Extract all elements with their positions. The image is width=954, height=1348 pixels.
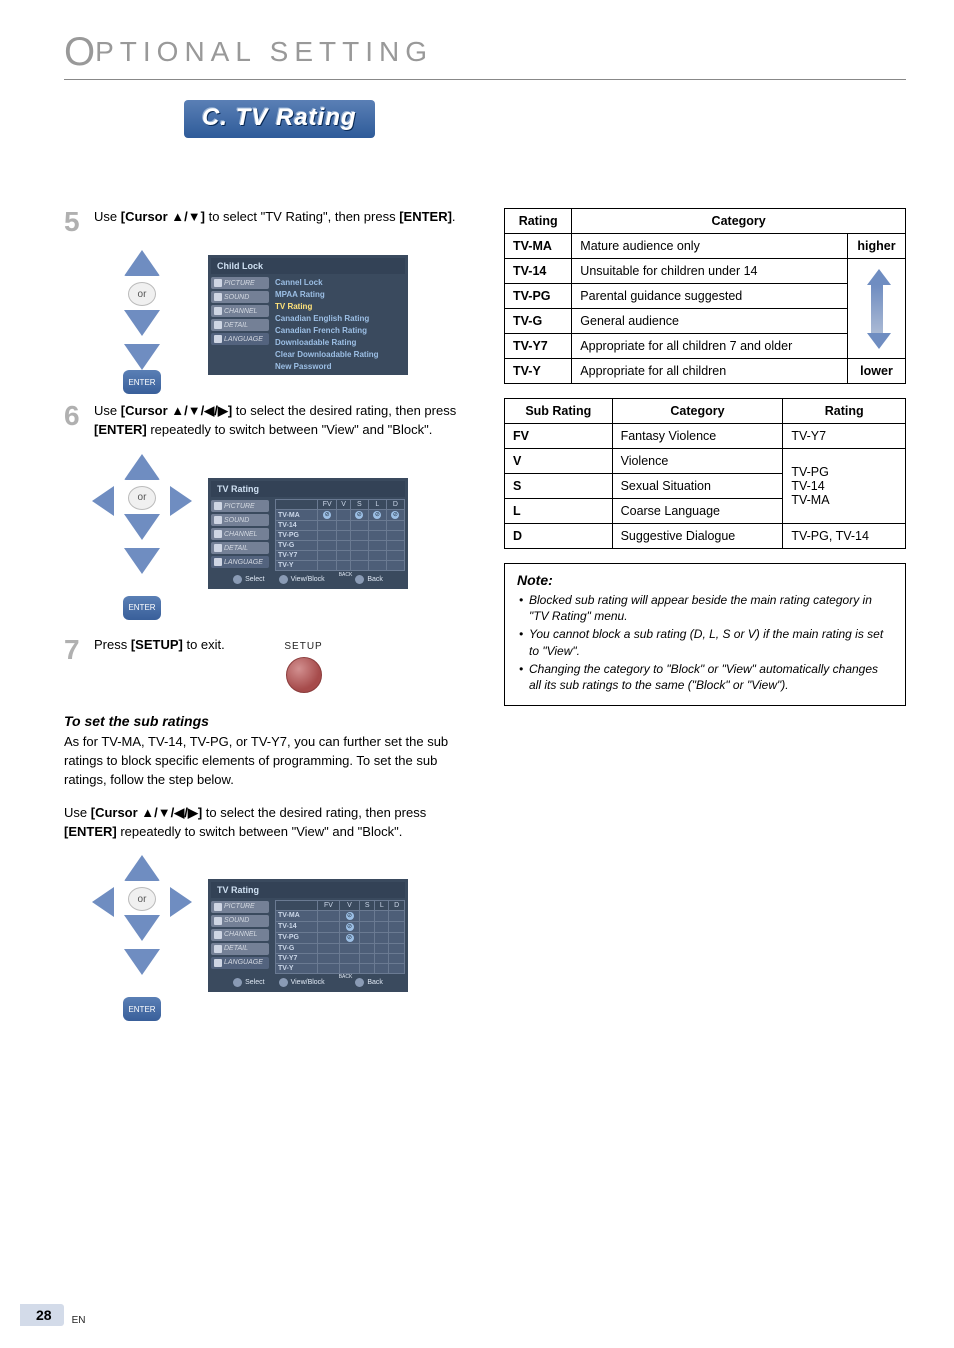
osd-tab: CHANNEL xyxy=(211,929,269,941)
step5-number: 5 xyxy=(64,208,84,236)
osd-tab: LANGUAGE xyxy=(211,957,269,969)
osd-tab: PICTURE xyxy=(211,901,269,913)
arrow-up-icon xyxy=(124,855,160,881)
lower-label: lower xyxy=(848,359,906,384)
note-item: Blocked sub rating will appear beside th… xyxy=(517,592,893,624)
osd-rating-grid: FVVSLD TV-MA⊘⊘⊘⊘ TV-14 TV-PG TV-G TV-Y7 … xyxy=(269,499,405,571)
osd-header: TV Rating xyxy=(211,882,405,898)
arrow-down-icon xyxy=(124,548,160,574)
step7-number: 7 xyxy=(64,636,84,694)
dpad-illustration: or ENTER xyxy=(94,855,190,1015)
osd-footer: Select View/Block BACKBack xyxy=(211,571,405,586)
arrow-right-icon xyxy=(170,486,192,516)
subrating-table: Sub Rating Category Rating FV Fantasy Vi… xyxy=(504,398,906,549)
rating-arrow-cell xyxy=(848,259,906,359)
rating-th-cat: Category xyxy=(572,209,906,234)
osd-rating-grid: FVVSLD TV-MA⊘ TV-14⊘ TV-PG⊘ TV-G TV-Y7 T… xyxy=(269,900,405,974)
arrow-down-icon xyxy=(124,514,160,540)
dpad-illustration: or ENTER xyxy=(94,454,190,614)
osd-tab: SOUND xyxy=(211,915,269,927)
step7-text: Press [SETUP] to exit. SETUP xyxy=(94,636,464,694)
setup-button-illustration: SETUP xyxy=(284,640,322,694)
section-title-badge: C. TV Rating xyxy=(184,100,375,138)
enter-button-icon: ENTER xyxy=(123,370,161,394)
osd-tab: LANGUAGE xyxy=(211,556,269,568)
osd-tab: SOUND xyxy=(211,291,269,303)
arrow-up-icon xyxy=(124,454,160,480)
note-item: You cannot block a sub rating (D, L, S o… xyxy=(517,626,893,658)
arrow-down-icon xyxy=(124,344,160,370)
dpad-or-label: or xyxy=(128,486,156,510)
note-box: Note: Blocked sub rating will appear bes… xyxy=(504,563,906,706)
dpad-illustration: or ENTER xyxy=(94,250,190,380)
note-title: Note: xyxy=(517,572,893,588)
arrow-down-icon xyxy=(867,333,891,349)
rating-th-code: Rating xyxy=(505,209,572,234)
dpad-or-label: or xyxy=(128,887,156,911)
arrow-left-icon xyxy=(92,887,114,917)
arrow-right-icon xyxy=(170,887,192,917)
rating-table: Rating Category TV-MA Mature audience on… xyxy=(504,208,906,384)
osd-menu-list: Cannel Lock MPAA Rating TV Rating Canadi… xyxy=(269,276,405,372)
note-item: Changing the category to "Block" or "Vie… xyxy=(517,661,893,693)
osd-tvrating-panel: TV Rating PICTURE SOUND CHANNEL DETAIL L… xyxy=(208,478,408,589)
page-number-badge: 28 EN xyxy=(20,1304,85,1326)
arrow-down-icon xyxy=(124,915,160,941)
osd-tab: LANGUAGE xyxy=(211,333,269,345)
osd-childlock-panel: Child Lock PICTURE SOUND CHANNEL DETAIL … xyxy=(208,255,408,375)
osd-header: TV Rating xyxy=(211,481,405,497)
step6-text: Use [Cursor ▲/▼/◀/▶] to select the desir… xyxy=(94,402,464,440)
header-rule xyxy=(64,79,906,80)
header-text: PTIONAL SETTING xyxy=(95,36,433,67)
higher-label: higher xyxy=(848,234,906,259)
step6-number: 6 xyxy=(64,402,84,440)
arrow-up-icon xyxy=(124,250,160,276)
sub-ratings-para1: As for TV-MA, TV-14, TV-PG, or TV-Y7, yo… xyxy=(64,733,464,790)
osd-header: Child Lock xyxy=(211,258,405,274)
osd-tab: DETAIL xyxy=(211,319,269,331)
arrow-down-icon xyxy=(124,310,160,336)
osd-tab: DETAIL xyxy=(211,542,269,554)
dpad-or-label: or xyxy=(128,282,156,306)
header-cap: O xyxy=(64,30,95,74)
sub-ratings-para2: Use [Cursor ▲/▼/◀/▶] to select the desir… xyxy=(64,804,464,842)
step5-text: Use [Cursor ▲/▼] to select "TV Rating", … xyxy=(94,208,464,236)
enter-button-icon: ENTER xyxy=(123,997,161,1021)
osd-tab: CHANNEL xyxy=(211,305,269,317)
osd-tvrating-panel: TV Rating PICTURE SOUND CHANNEL DETAIL L… xyxy=(208,879,408,992)
osd-tab: PICTURE xyxy=(211,277,269,289)
arrow-left-icon xyxy=(92,486,114,516)
arrow-up-icon xyxy=(867,269,891,285)
page-header: OPTIONAL SETTING xyxy=(64,30,906,75)
osd-tab: CHANNEL xyxy=(211,528,269,540)
sub-ratings-heading: To set the sub ratings xyxy=(64,713,464,729)
osd-tab: DETAIL xyxy=(211,943,269,955)
osd-footer: Select View/Block BACKBack xyxy=(211,974,405,989)
osd-tab: PICTURE xyxy=(211,500,269,512)
arrow-down-icon xyxy=(124,949,160,975)
enter-button-icon: ENTER xyxy=(123,596,161,620)
osd-tab: SOUND xyxy=(211,514,269,526)
